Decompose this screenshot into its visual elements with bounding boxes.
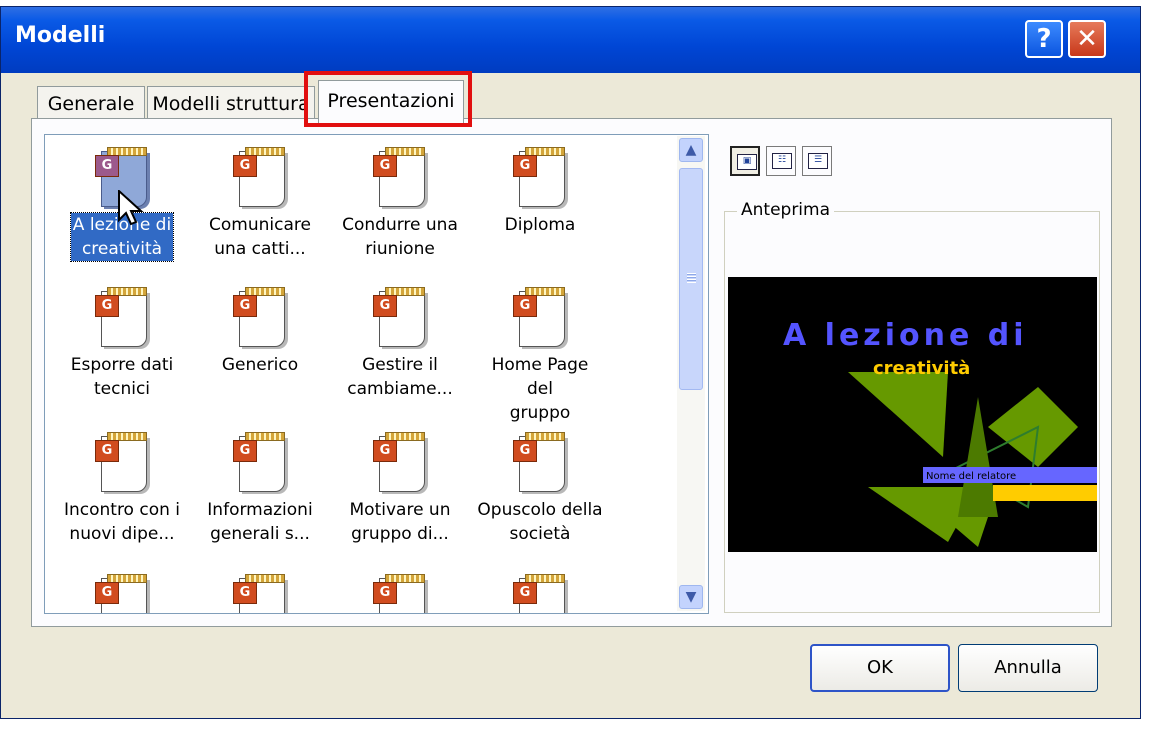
template-label: Condurre una riunione [342, 215, 458, 259]
presentation-template-icon: G [231, 572, 289, 613]
scroll-up-button[interactable]: ▲ [679, 138, 703, 162]
presentation-template-icon: G [371, 285, 429, 347]
slide-shape [988, 387, 1078, 467]
presentation-template-icon: G [231, 430, 289, 492]
template-item[interactable]: G Informazioni generali s... [195, 430, 325, 546]
preview-label: Anteprima [737, 200, 835, 220]
presentation-template-icon: G [371, 572, 429, 613]
help-button[interactable]: ? [1025, 20, 1063, 58]
template-item[interactable]: G Incontro con i nuovi dipe... [57, 430, 187, 546]
template-label: Informazioni generali s... [207, 500, 313, 544]
presentation-template-icon: G [511, 285, 569, 347]
large-icons-view-button[interactable]: ▣ [730, 146, 760, 176]
template-label: Home Page del gruppo [491, 355, 589, 423]
template-item[interactable]: G Home Page del gruppo [475, 285, 605, 425]
template-item[interactable]: G Gestire il cambiame... [335, 285, 465, 401]
scroll-down-button[interactable]: ▼ [679, 585, 703, 609]
list-icon: ☷ [772, 153, 792, 169]
cancel-button[interactable]: Annulla [958, 644, 1098, 692]
chevron-up-icon: ▲ [685, 142, 697, 158]
slide-shape [848, 372, 948, 457]
presentation-template-icon: G [231, 285, 289, 347]
template-label: Esporre dati tecnici [70, 355, 174, 399]
presentation-template-icon: G [371, 430, 429, 492]
title-bar[interactable]: Modelli ? ✕ [1, 7, 1140, 73]
template-item[interactable]: G Opuscolo della società [475, 430, 605, 546]
tab-highlight-box [304, 71, 472, 127]
slide-shape [958, 397, 998, 517]
presentation-template-icon: G [511, 145, 569, 207]
template-item[interactable]: G Diploma [475, 145, 605, 237]
presentation-template-icon: G [93, 285, 151, 347]
presentation-template-icon: G [93, 430, 151, 492]
list-view-button[interactable]: ☷ [766, 146, 796, 176]
chevron-down-icon: ▼ [685, 589, 697, 605]
yellow-bar [993, 485, 1097, 501]
presentation-template-icon: G [511, 572, 569, 613]
close-button[interactable]: ✕ [1068, 20, 1106, 58]
template-label: Incontro con i nuovi dipe... [63, 500, 181, 544]
scroll-thumb[interactable] [679, 168, 703, 390]
template-item[interactable]: G [57, 572, 187, 613]
details-icon: ☰ [808, 153, 828, 169]
grip-icon [687, 273, 696, 283]
template-item[interactable]: G Esporre dati tecnici [57, 285, 187, 401]
template-item[interactable]: G Motivare un gruppo di... [335, 430, 465, 546]
presentation-template-icon: G [511, 430, 569, 492]
slide-name-bar-text: Nome del relatore [926, 471, 1016, 482]
help-icon: ? [1036, 24, 1052, 54]
template-label: Opuscolo della società [477, 500, 603, 544]
presentation-template-icon: G [231, 145, 289, 207]
presentation-template-icon: G [371, 145, 429, 207]
template-label: Diploma [504, 215, 576, 235]
ok-button[interactable]: OK [810, 644, 950, 692]
large-icons-icon: ▣ [737, 154, 757, 170]
template-item[interactable]: G [195, 572, 325, 613]
template-label: Gestire il cambiame... [347, 355, 453, 399]
presentation-template-icon: G [93, 572, 151, 613]
template-label: Generico [221, 355, 299, 375]
close-icon: ✕ [1076, 24, 1098, 54]
template-label: Motivare un gruppo di... [349, 500, 451, 544]
template-item[interactable]: G Condurre una riunione [335, 145, 465, 261]
template-preview-slide: A lezione di creatività Nome del relator… [728, 277, 1097, 552]
template-item[interactable]: G Comunicare una catti... [195, 145, 325, 261]
template-item[interactable]: G Generico [195, 285, 325, 377]
dialog-title: Modelli [15, 23, 106, 48]
template-item[interactable]: G [475, 572, 605, 613]
template-label: Comunicare una catti... [209, 215, 311, 259]
template-list-scrollbar[interactable]: ▲ ▼ [677, 136, 705, 611]
template-item[interactable]: G [335, 572, 465, 613]
slide-subtitle: creatività [873, 358, 970, 379]
details-view-button[interactable]: ☰ [802, 146, 832, 176]
slide-title: A lezione di [783, 318, 1028, 353]
